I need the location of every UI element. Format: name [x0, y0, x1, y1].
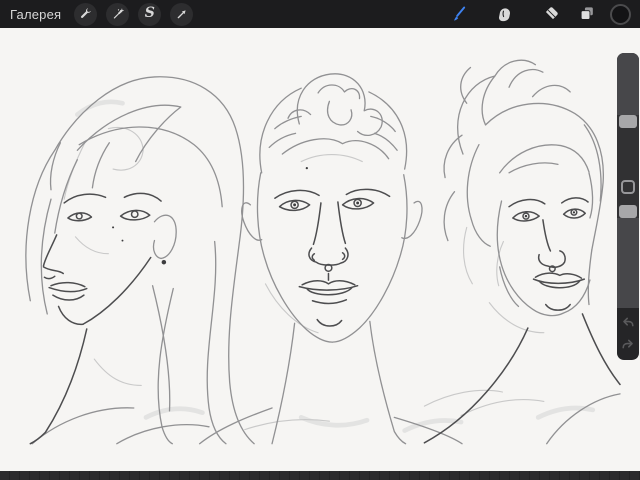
- transform-button[interactable]: [170, 2, 194, 26]
- modify-button[interactable]: [621, 180, 635, 194]
- adjustments-button[interactable]: [106, 2, 130, 26]
- paintbrush-icon: [454, 6, 466, 21]
- toolbar-right-group: [447, 3, 640, 26]
- selection-button[interactable]: S: [138, 2, 162, 26]
- toolbar-left-group: Галерея S: [0, 2, 194, 26]
- arrow-cursor-icon: [177, 9, 186, 18]
- gallery-button[interactable]: Галерея: [10, 7, 61, 22]
- layers-button[interactable]: [575, 3, 598, 26]
- history-zone: [617, 308, 639, 360]
- brush-size-slider[interactable]: [619, 115, 637, 128]
- opacity-track-fill: [617, 218, 639, 308]
- brush-sidebar: [617, 53, 639, 360]
- smudge-finger-icon: [499, 7, 511, 21]
- bottom-bar: [0, 471, 640, 480]
- sketch-drawing: [25, 59, 621, 445]
- brush-size-track-fill: [617, 53, 639, 115]
- paint-tool-button[interactable]: [447, 3, 470, 26]
- smudge-tool-button[interactable]: [493, 3, 516, 26]
- redo-button[interactable]: [620, 336, 636, 352]
- color-button[interactable]: [609, 3, 632, 26]
- slider-zone: [617, 53, 639, 308]
- erase-tool-button[interactable]: [539, 3, 562, 26]
- s-curve-icon: S: [144, 5, 155, 21]
- layers-icon: [580, 7, 593, 20]
- redo-icon: [622, 339, 633, 349]
- opacity-slider[interactable]: [619, 205, 637, 218]
- undo-icon: [623, 317, 634, 327]
- undo-button[interactable]: [620, 314, 636, 330]
- top-toolbar: Галерея S: [0, 0, 640, 28]
- artwork-canvas[interactable]: [0, 28, 640, 471]
- wrench-icon: [81, 7, 92, 18]
- color-swatch: [610, 3, 631, 25]
- eraser-icon: [545, 7, 558, 20]
- magic-wand-icon: [114, 8, 124, 18]
- actions-button[interactable]: [74, 2, 98, 26]
